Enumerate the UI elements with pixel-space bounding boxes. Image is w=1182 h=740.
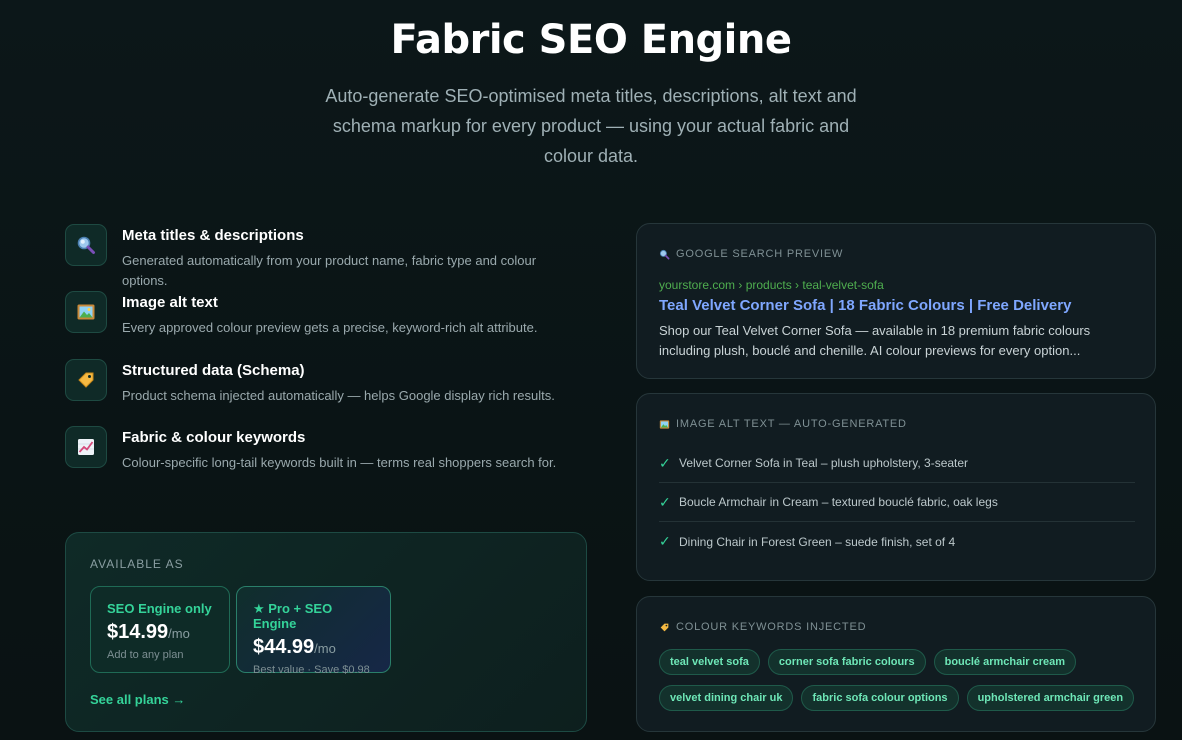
tag-icon <box>659 622 670 633</box>
availability-label: AVAILABLE AS <box>90 557 184 571</box>
chart-icon <box>65 426 107 468</box>
picture-icon <box>65 291 107 333</box>
keyword-tag: velvet dining chair uk <box>659 685 794 711</box>
card-header: IMAGE ALT TEXT — AUTO-GENERATED <box>659 418 907 430</box>
magnifier-icon <box>659 249 670 260</box>
plan-subtext: Best value · Save $0.98 <box>253 664 370 676</box>
feature-title: Fabric & colour keywords <box>122 429 306 446</box>
list-item: ✓ Dining Chair in Forest Green – suede fi… <box>659 533 956 549</box>
feature-item-keywords: Fabric & colour keywords Colour-specific… <box>65 426 585 493</box>
keyword-tags: teal velvet sofa corner sofa fabric colo… <box>659 649 1139 711</box>
search-result-title[interactable]: Teal Velvet Corner Sofa | 18 Fabric Colo… <box>659 297 1071 314</box>
plan-pro-seo-engine[interactable]: ★ Pro + SEO Engine $44.99/mo Best value … <box>236 586 391 676</box>
magnifier-icon <box>65 224 107 266</box>
plan-seo-engine-only[interactable]: SEO Engine only $14.99/mo Add to any pla… <box>90 586 230 673</box>
feature-desc: Generated automatically from your produc… <box>122 253 537 288</box>
availability-panel: AVAILABLE AS SEO Engine only $14.99/mo A… <box>65 532 587 732</box>
alt-text-list: ✓ Velvet Corner Sofa in Teal – plush upho… <box>659 444 1135 561</box>
list-item: ✓ Velvet Corner Sofa in Teal – plush upho… <box>659 444 1135 483</box>
search-result-url: yourstore.com › products › teal-velvet-s… <box>659 278 884 292</box>
tag-icon <box>65 359 107 401</box>
plan-name: ★ Pro + SEO Engine <box>253 601 333 631</box>
keyword-tag: teal velvet sofa <box>659 649 760 675</box>
feature-item-schema: Structured data (Schema) Product schema … <box>65 359 585 426</box>
plan-price: $44.99/mo <box>253 636 336 658</box>
check-icon: ✓ <box>659 454 671 471</box>
feature-title: Structured data (Schema) <box>122 362 305 379</box>
alt-text-card: IMAGE ALT TEXT — AUTO-GENERATED ✓ Velvet … <box>636 393 1156 581</box>
hero: Fabric SEO Engine Auto-generate SEO-opti… <box>0 0 1182 171</box>
feature-desc: Every approved colour preview gets a pre… <box>122 320 538 335</box>
feature-desc: Colour-specific long-tail keywords built… <box>122 455 557 470</box>
check-icon: ✓ <box>659 493 671 510</box>
see-all-plans-link[interactable]: See all plans → <box>90 692 185 707</box>
plan-subtext: Add to any plan <box>107 649 184 661</box>
page-subtitle: Auto-generate SEO-optimised meta titles,… <box>325 86 857 166</box>
keyword-tag: bouclé armchair cream <box>933 649 1077 675</box>
list-item: ✓ Boucle Armchair in Cream – textured bou… <box>659 483 1135 522</box>
plan-price: $14.99/mo <box>107 621 190 643</box>
feature-list: Meta titles & descriptions Generated aut… <box>65 224 585 493</box>
keyword-tag: corner sofa fabric colours <box>767 649 926 675</box>
plan-name: SEO Engine only <box>107 601 212 616</box>
keyword-tag: fabric sofa colour options <box>801 685 959 711</box>
check-icon: ✓ <box>659 533 671 549</box>
picture-icon <box>659 419 670 430</box>
card-header: COLOUR KEYWORDS INJECTED <box>659 621 866 633</box>
page-title: Fabric SEO Engine <box>390 17 793 63</box>
google-preview-card: GOOGLE SEARCH PREVIEW yourstore.com › pr… <box>636 223 1156 379</box>
keywords-card: COLOUR KEYWORDS INJECTED teal velvet sof… <box>636 596 1156 732</box>
keyword-tag: upholstered armchair green <box>966 685 1135 711</box>
feature-item-meta: Meta titles & descriptions Generated aut… <box>65 224 585 291</box>
feature-title: Image alt text <box>122 294 218 311</box>
search-result-desc: Shop our Teal Velvet Corner Sofa — avail… <box>659 323 1091 358</box>
feature-title: Meta titles & descriptions <box>122 227 304 244</box>
card-header: GOOGLE SEARCH PREVIEW <box>659 248 843 260</box>
feature-desc: Product schema injected automatically — … <box>122 388 555 403</box>
feature-item-alt: Image alt text Every approved colour pre… <box>65 291 585 359</box>
